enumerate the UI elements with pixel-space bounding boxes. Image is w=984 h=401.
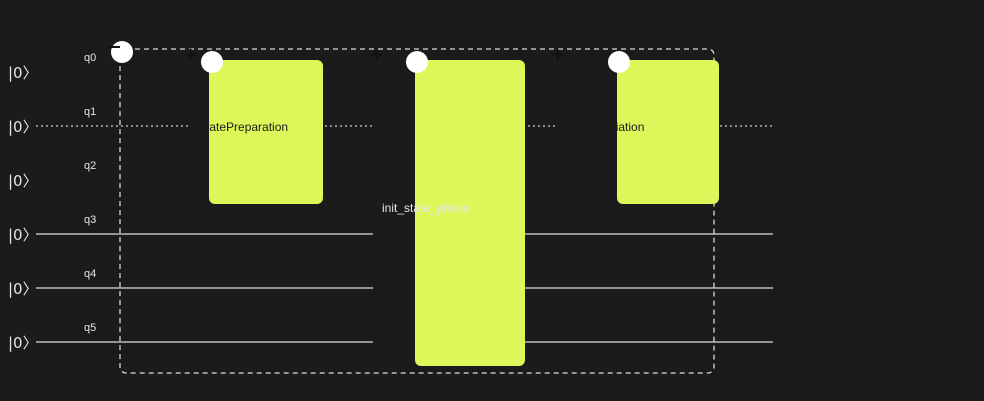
plus-icon[interactable]: + [550,46,565,64]
plus-icon[interactable]: + [369,46,384,64]
plus-icon[interactable]: + [183,46,198,64]
ket-q4: |0〉 [8,280,38,298]
qubit-label-q3: q3 [84,214,97,226]
circuit-canvas [36,41,773,374]
gate-label-init-state-phase: init_state_phase [382,201,470,215]
wires [36,233,773,343]
ket-q5: |0〉 [8,334,38,352]
ket-q3: |0〉 [8,226,38,244]
ket-q1: |0〉 [8,118,38,136]
qubit-label-q0: q0 [84,52,97,64]
qubit-label-q1: q1 [84,106,97,118]
gate-label-state-preparation: StatePreparation [198,120,289,134]
gate-label-exponentiation: Exponentiation [565,120,645,134]
qubit-label-q5: q5 [84,322,97,334]
qubit-label-q2: q2 [84,160,97,172]
group-collapse-circle[interactable] [111,41,133,63]
qubit-label-q4: q4 [84,268,97,280]
gate-state-preparation-circle[interactable] [201,51,223,73]
ket-q2: |0〉 [8,172,38,190]
gate-init-state-phase-circle[interactable] [406,51,428,73]
gate-exponentiation-circle[interactable] [608,51,630,73]
ket-q0: |0〉 [8,64,38,82]
